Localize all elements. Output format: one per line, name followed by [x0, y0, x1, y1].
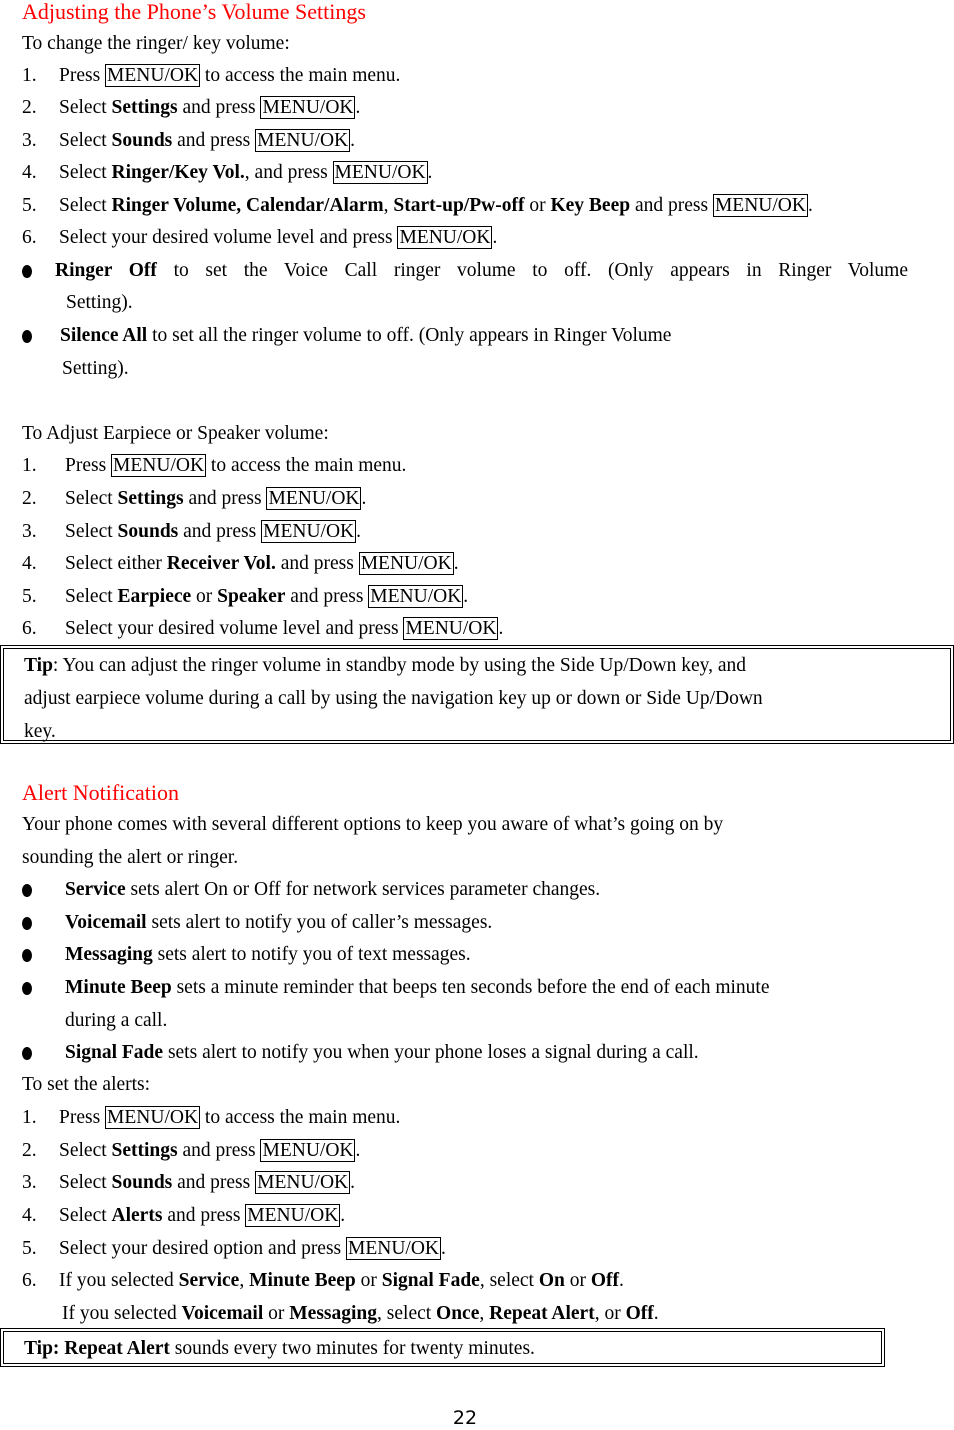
step: 2. Select Settings and press MENU/OK.: [22, 96, 361, 119]
step: 1. Press MENU/OK to access the main menu.: [22, 454, 407, 477]
bullet-silence-all: Silence All to set all the ringer volume…: [22, 322, 671, 350]
step: 5. Select Ringer Volume, Calendar/Alarm, …: [22, 194, 813, 217]
bullet-icon: [22, 884, 32, 898]
bullet-continuation: Setting).: [66, 292, 133, 313]
menu-ok-key: MENU/OK: [712, 194, 808, 217]
menu-ok-key: MENU/OK: [260, 96, 356, 119]
bullet-minute-beep: Minute Beep sets a minute reminder that …: [22, 974, 770, 1002]
intro-alert-cont: sounding the alert or ringer.: [22, 847, 239, 868]
menu-ok-key: MENU/OK: [255, 129, 351, 152]
menu-ok-key: MENU/OK: [261, 520, 357, 543]
step: 2. Select Settings and press MENU/OK.: [22, 487, 367, 510]
menu-ok-key: MENU/OK: [255, 1171, 351, 1194]
menu-ok-key: MENU/OK: [105, 64, 201, 87]
menu-ok-key: MENU/OK: [397, 226, 493, 249]
bullet-signal-fade: Signal Fade sets alert to notify you whe…: [22, 1039, 699, 1067]
section-title-volume: Adjusting the Phone’s Volume Settings: [22, 0, 366, 24]
step: 6. Select your desired volume level and p…: [22, 617, 504, 640]
intro-alert: Your phone comes with several different …: [22, 814, 724, 835]
step: 3. Select Sounds and press MENU/OK.: [22, 1171, 355, 1194]
bullet-icon: [22, 1047, 32, 1061]
menu-ok-key: MENU/OK: [332, 161, 428, 184]
step: 6. Select your desired volume level and p…: [22, 226, 498, 249]
bullet-icon: [22, 917, 32, 931]
intro-set-alerts: To set the alerts:: [22, 1074, 151, 1095]
menu-ok-key: MENU/OK: [105, 1106, 201, 1129]
bullet-service: Service sets alert On or Off for network…: [22, 876, 600, 904]
bullet-voicemail: Voicemail sets alert to notify you of ca…: [22, 909, 492, 937]
intro-earpiece: To Adjust Earpiece or Speaker volume:: [22, 423, 329, 444]
bullet-icon: [22, 949, 32, 963]
step: 1. Press MENU/OK to access the main menu.: [22, 1106, 401, 1129]
menu-ok-key: MENU/OK: [260, 1139, 356, 1162]
step: 4. Select Alerts and press MENU/OK.: [22, 1204, 346, 1227]
bullet-icon: [22, 330, 32, 344]
bullet-icon: [22, 982, 32, 996]
step: 6. If you selected Service, Minute Beep o…: [22, 1270, 624, 1291]
step: 5. Select Earpiece or Speaker and press M…: [22, 585, 469, 608]
menu-ok-key: MENU/OK: [358, 552, 454, 575]
tip-box-volume: Tip: You can adjust the ringer volume in…: [0, 645, 954, 744]
bullet-icon: [22, 265, 32, 279]
menu-ok-key: MENU/OK: [403, 617, 499, 640]
menu-ok-key: MENU/OK: [245, 1204, 341, 1227]
step: 4. Select either Receiver Vol. and press …: [22, 552, 459, 575]
step-continuation: If you selected Voicemail or Messaging, …: [62, 1303, 659, 1324]
bullet-messaging: Messaging sets alert to notify you of te…: [22, 941, 471, 969]
step: 5. Select your desired option and press M…: [22, 1237, 446, 1260]
menu-ok-key: MENU/OK: [111, 454, 207, 477]
step: 3. Select Sounds and press MENU/OK.: [22, 129, 355, 152]
bullet-continuation: Setting).: [62, 358, 129, 379]
bullet-continuation: during a call.: [65, 1010, 168, 1031]
step: 4. Select Ringer/Key Vol., and press MENU…: [22, 161, 433, 184]
section-title-alert: Alert Notification: [22, 780, 180, 805]
tip-box-repeat-alert: Tip: Repeat Alert sounds every two minut…: [0, 1328, 885, 1367]
step: 3. Select Sounds and press MENU/OK.: [22, 520, 361, 543]
step: 2. Select Settings and press MENU/OK.: [22, 1139, 361, 1162]
intro-ringer: To change the ringer/ key volume:: [22, 33, 290, 54]
page-number: 22: [452, 1407, 478, 1429]
bullet-ringer-off: Ringer Off to set the Voice Call ringer …: [22, 257, 908, 285]
menu-ok-key: MENU/OK: [266, 487, 362, 510]
menu-ok-key: MENU/OK: [368, 585, 464, 608]
menu-ok-key: MENU/OK: [346, 1237, 442, 1260]
step: 1. Press MENU/OK to access the main menu.: [22, 64, 401, 87]
